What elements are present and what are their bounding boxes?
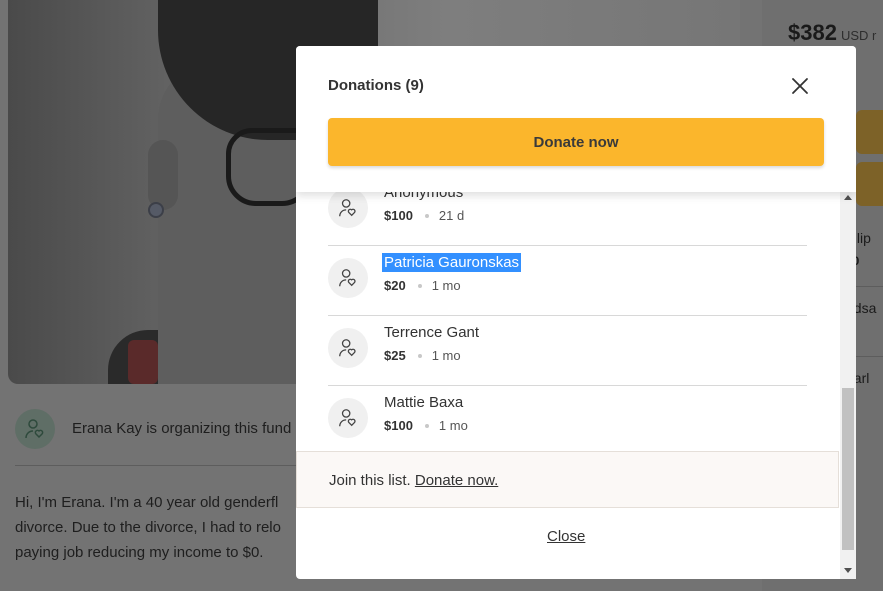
scroll-thumb[interactable] [842,388,854,550]
donor-avatar-icon [328,328,368,368]
join-donate-link[interactable]: Donate now. [415,472,498,489]
donate-button-bg[interactable] [856,162,883,206]
donations-modal: Donations (9) Donate now Anonymous $100 2… [296,46,856,579]
modal-header: Donations (9) Donate now [296,46,856,192]
donor-list: Anonymous $100 21 d Patricia Gauronskas $… [296,176,856,446]
donor-name: Terrence Gant [384,324,480,341]
modal-scrollbar[interactable] [840,190,856,579]
donor-meta: $100 1 mo [384,418,468,433]
raised-amount: $382 USD r [788,20,877,45]
list-item: Mattie Baxa $100 1 mo [328,386,807,456]
close-link[interactable]: Close [547,528,585,545]
organizer-text: Erana Kay is organizing this fund [72,420,292,437]
donor-avatar-icon [328,398,368,438]
close-icon[interactable] [788,74,812,98]
scroll-down-arrow-icon[interactable] [844,568,852,573]
scroll-up-arrow-icon[interactable] [844,195,852,200]
donor-meta: $100 21 d [384,208,465,223]
join-list-banner: Join this list. Donate now. [296,451,839,508]
share-button[interactable] [856,110,883,154]
donor-avatar-icon [328,188,368,228]
donor-meta: $20 1 mo [384,278,461,293]
modal-title: Donations (9) [328,77,424,94]
donor-meta: $25 1 mo [384,348,461,363]
donor-name: Patricia Gauronskas [382,253,522,272]
organizer-icon [15,409,55,449]
donor-name: Mattie Baxa [384,394,464,411]
list-item: Terrence Gant $25 1 mo [328,316,807,386]
donor-avatar-icon [328,258,368,298]
donate-now-button[interactable]: Donate now [328,118,824,166]
list-item: Patricia Gauronskas $20 1 mo [328,246,807,316]
divider [15,465,300,466]
campaign-story: Hi, I'm Erana. I'm a 40 year old genderf… [15,494,281,561]
